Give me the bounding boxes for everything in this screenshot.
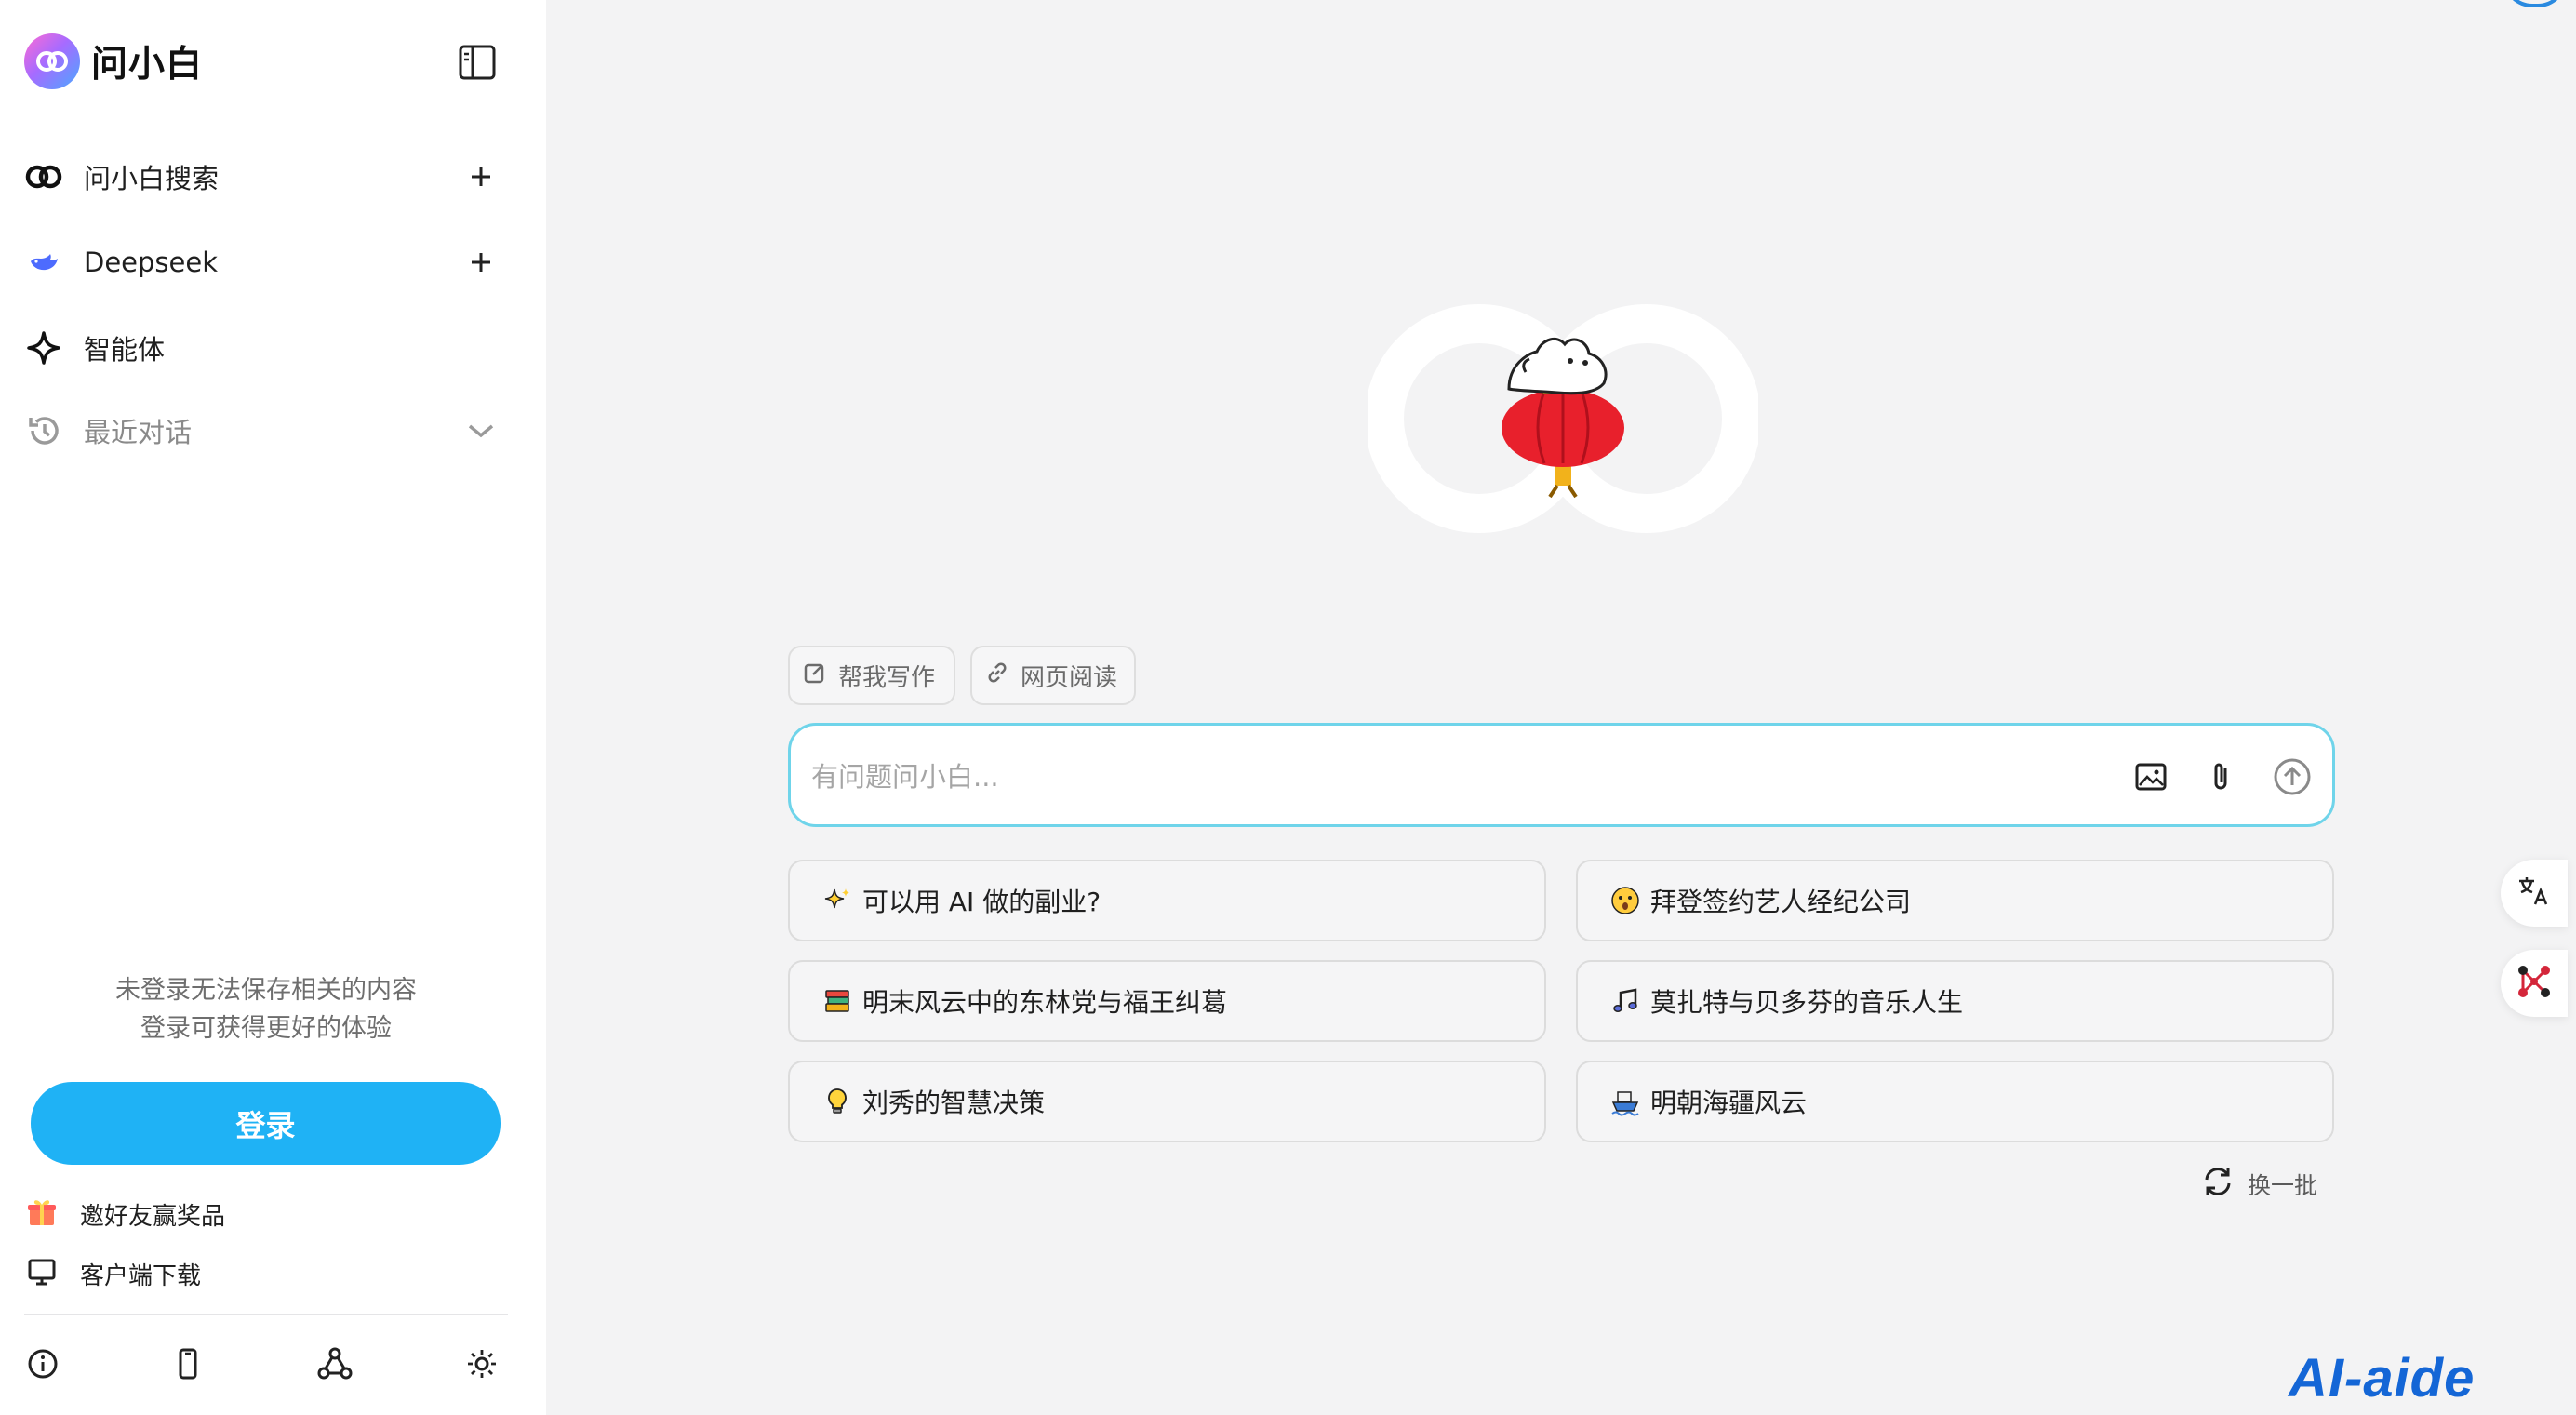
sun-icon[interactable] (458, 1340, 506, 1388)
gift-icon (26, 1196, 58, 1232)
suggestion-card[interactable]: 刘秀的智慧决策 (788, 1061, 1546, 1142)
suggestion-label: 莫扎特与贝多芬的音乐人生 (1650, 987, 1964, 1018)
sidebar-item-label: 最近对话 (84, 417, 193, 448)
translate-icon (2516, 873, 2553, 914)
ship-icon (1609, 1086, 1641, 1117)
login-tip: 未登录无法保存相关的内容 登录可获得更好的体验 (0, 971, 532, 1048)
login-tip-line: 登录可获得更好的体验 (140, 1014, 392, 1043)
brand[interactable]: 问小白 (24, 32, 203, 91)
music-note-icon (1609, 985, 1641, 1017)
chip-label: 帮我写作 (838, 663, 936, 692)
edit-icon (803, 661, 827, 691)
suggestion-card[interactable]: 明朝海疆风云 (1576, 1061, 2334, 1142)
mindmap-float-button[interactable] (2501, 950, 2568, 1017)
suggestion-card[interactable]: 莫扎特与贝多芬的音乐人生 (1576, 960, 2334, 1042)
sidebar-item-label: 智能体 (84, 334, 166, 366)
network-nodes-icon (2514, 961, 2555, 1006)
suggestion-label: 明末风云中的东林党与福王纠葛 (862, 987, 1228, 1018)
attachment-icon[interactable] (2197, 754, 2244, 800)
sidebar-item-label: Deepseek (84, 247, 219, 278)
phone-icon[interactable] (164, 1340, 212, 1388)
client-download-link[interactable]: 客户端下载 (26, 1251, 201, 1296)
suggestion-card[interactable]: 明末风云中的东林党与福王纠葛 (788, 960, 1546, 1042)
chat-input-box (788, 723, 2335, 827)
client-download-label: 客户端下载 (80, 1261, 202, 1290)
link-logo-icon (22, 155, 65, 198)
watermark: AI-aide (2289, 1348, 2476, 1408)
whale-icon (22, 241, 65, 284)
chevron-down-icon[interactable] (460, 409, 502, 452)
divider (24, 1314, 508, 1315)
send-arrow-icon[interactable] (2269, 754, 2316, 800)
sidebar-item-agents[interactable]: 智能体 (22, 315, 502, 380)
refresh-suggestions-button[interactable]: 换一批 (2199, 1162, 2317, 1207)
image-upload-icon[interactable] (2128, 754, 2174, 800)
invite-friends-label: 邀好友赢奖品 (80, 1202, 226, 1231)
surprised-face-icon (1609, 885, 1641, 916)
translate-float-button[interactable] (2501, 860, 2568, 927)
login-tip-line: 未登录无法保存相关的内容 (115, 976, 417, 1005)
history-icon (22, 409, 65, 452)
info-icon[interactable] (19, 1340, 67, 1388)
lightbulb-icon (821, 1086, 853, 1117)
corner-avatar-icon[interactable] (2503, 0, 2568, 7)
suggestion-label: 刘秀的智慧决策 (862, 1088, 1046, 1118)
sidebar: 问小白 问小白搜索 Deepseek 智能体 最近对话 未登录无法保存相关的内容… (0, 0, 546, 1415)
hero-mascot-logo (1365, 288, 1761, 549)
app-name: 问小白 (91, 44, 204, 86)
refresh-icon (2199, 1163, 2236, 1206)
suggestion-label: 拜登签约艺人经纪公司 (1650, 887, 1912, 917)
sparkles-icon (821, 885, 853, 916)
add-icon[interactable] (460, 155, 502, 198)
app-logo-icon (24, 33, 80, 89)
suggestion-label: 可以用 AI 做的副业? (862, 887, 1101, 917)
sidebar-item-recent[interactable]: 最近对话 (22, 398, 502, 463)
login-button[interactable]: 登录 (31, 1082, 501, 1165)
books-icon (821, 985, 853, 1017)
sparkle-star-icon (22, 327, 65, 369)
suggestion-card[interactable]: 拜登签约艺人经纪公司 (1576, 860, 2334, 941)
chip-label: 网页阅读 (1021, 663, 1118, 692)
invite-friends-link[interactable]: 邀好友赢奖品 (26, 1192, 225, 1236)
sidebar-toggle-icon[interactable] (454, 39, 501, 86)
chat-input[interactable] (811, 750, 1928, 804)
sidebar-item-label: 问小白搜索 (84, 163, 220, 194)
suggestion-card[interactable]: 可以用 AI 做的副业? (788, 860, 1546, 941)
sidebar-item-search[interactable]: 问小白搜索 (22, 144, 502, 209)
add-icon[interactable] (460, 241, 502, 284)
sidebar-item-deepseek[interactable]: Deepseek (22, 230, 502, 295)
refresh-label: 换一批 (2248, 1172, 2318, 1199)
share-nodes-icon[interactable] (311, 1340, 359, 1388)
monitor-icon (26, 1256, 58, 1291)
suggestion-label: 明朝海疆风云 (1650, 1088, 1808, 1118)
chip-help-write[interactable]: 帮我写作 (788, 646, 955, 705)
link-icon (985, 661, 1009, 691)
chip-web-read[interactable]: 网页阅读 (970, 646, 1136, 705)
